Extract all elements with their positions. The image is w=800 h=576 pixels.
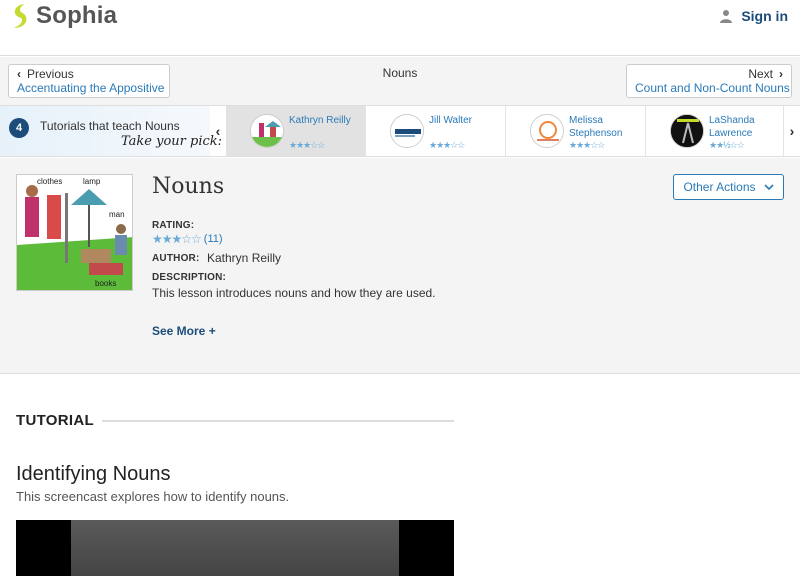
author-name: Melissa Stephenson	[569, 115, 623, 139]
next-lesson-title: Count and Non-Count Nouns	[635, 81, 790, 95]
author-card-kathryn-reilly[interactable]: Kathryn Reilly ★★★☆☆	[226, 106, 366, 156]
tutorial-section-label: TUTORIAL	[16, 412, 94, 429]
author-card-lashanda-lawrence[interactable]: LaShanda Lawrence ★★½☆☆	[646, 106, 784, 156]
tutorial-section-header: TUTORIAL	[16, 412, 454, 429]
lesson-title: Nouns	[152, 174, 225, 199]
picker-prev-arrow[interactable]: ‹	[210, 106, 226, 156]
tutorial-count-badge: 4	[9, 118, 29, 138]
logo-text: Sophia	[36, 2, 118, 29]
lesson-thumbnail: clothes lamp man books	[16, 174, 133, 291]
author-card-jill-walter[interactable]: Jill Walter ★★★☆☆	[366, 106, 506, 156]
sophia-logo[interactable]: Sophia	[10, 2, 117, 30]
previous-lesson-title: Accentuating the Appositive	[17, 81, 165, 95]
picker-next-arrow[interactable]: ›	[784, 106, 800, 156]
next-lesson-button[interactable]: Next › Count and Non-Count Nouns	[626, 64, 792, 98]
chevron-right-icon: ›	[779, 67, 783, 81]
author-name: Jill Walter	[429, 115, 472, 126]
thumb-word-books: books	[95, 279, 117, 288]
lesson-description: This lesson introduces nouns and how the…	[152, 286, 436, 300]
thumb-word-lamp: lamp	[83, 177, 101, 186]
author-rating-stars: ★★★☆☆	[289, 140, 325, 150]
author-avatar	[670, 114, 704, 148]
thumb-word-clothes: clothes	[37, 177, 63, 186]
tutorial-picker: 4 Tutorials that teach Nouns Take your p…	[0, 105, 800, 157]
author-value: Kathryn Reilly	[207, 251, 282, 265]
next-label: Next	[748, 67, 773, 81]
take-your-pick-label: Take your pick:	[121, 134, 223, 149]
other-actions-label: Other Actions	[683, 180, 756, 194]
author-rating-stars: ★★★☆☆	[429, 140, 465, 150]
author-avatar	[530, 114, 564, 148]
sign-in-label: Sign in	[741, 8, 788, 24]
author-avatar	[250, 114, 284, 148]
author-rating-stars: ★★★☆☆	[569, 140, 605, 150]
tutorial-title: Identifying Nouns	[16, 463, 171, 485]
author-avatar	[390, 114, 424, 148]
sophia-logo-icon	[14, 4, 27, 28]
description-label: DESCRIPTION:	[152, 272, 227, 283]
rating-stars: ★★★☆☆	[152, 232, 202, 246]
picker-intro: 4 Tutorials that teach Nouns Take your p…	[0, 106, 222, 156]
picker-label: Tutorials that teach Nouns	[40, 119, 180, 133]
lesson-rating[interactable]: ★★★☆☆ (11)	[152, 232, 223, 246]
author-card-melissa-stephenson[interactable]: Melissa Stephenson ★★★☆☆	[506, 106, 646, 156]
author-label: AUTHOR:	[152, 253, 200, 264]
chevron-down-icon	[763, 184, 774, 190]
lesson-details: clothes lamp man books Nouns Other Actio…	[0, 158, 800, 374]
section-divider	[101, 419, 454, 422]
tutorial-description: This screencast explores how to identify…	[16, 489, 290, 504]
rating-count: (11)	[203, 233, 223, 245]
video-frame	[71, 520, 399, 576]
sign-in-button[interactable]: Sign in	[719, 8, 788, 24]
see-more-link[interactable]: See More +	[152, 324, 216, 338]
site-header: Sophia Sign in	[0, 0, 800, 56]
user-icon	[720, 10, 733, 23]
other-actions-dropdown[interactable]: Other Actions	[673, 174, 784, 200]
rating-label: RATING:	[152, 220, 195, 231]
thumb-word-man: man	[109, 210, 125, 219]
author-rating-stars: ★★½☆☆	[709, 140, 745, 150]
author-name: Kathryn Reilly	[289, 115, 351, 126]
video-player[interactable]	[16, 520, 454, 576]
lesson-navigation-bar: ‹ Previous Accentuating the Appositive N…	[0, 57, 800, 105]
author-name: LaShanda Lawrence	[709, 115, 755, 139]
